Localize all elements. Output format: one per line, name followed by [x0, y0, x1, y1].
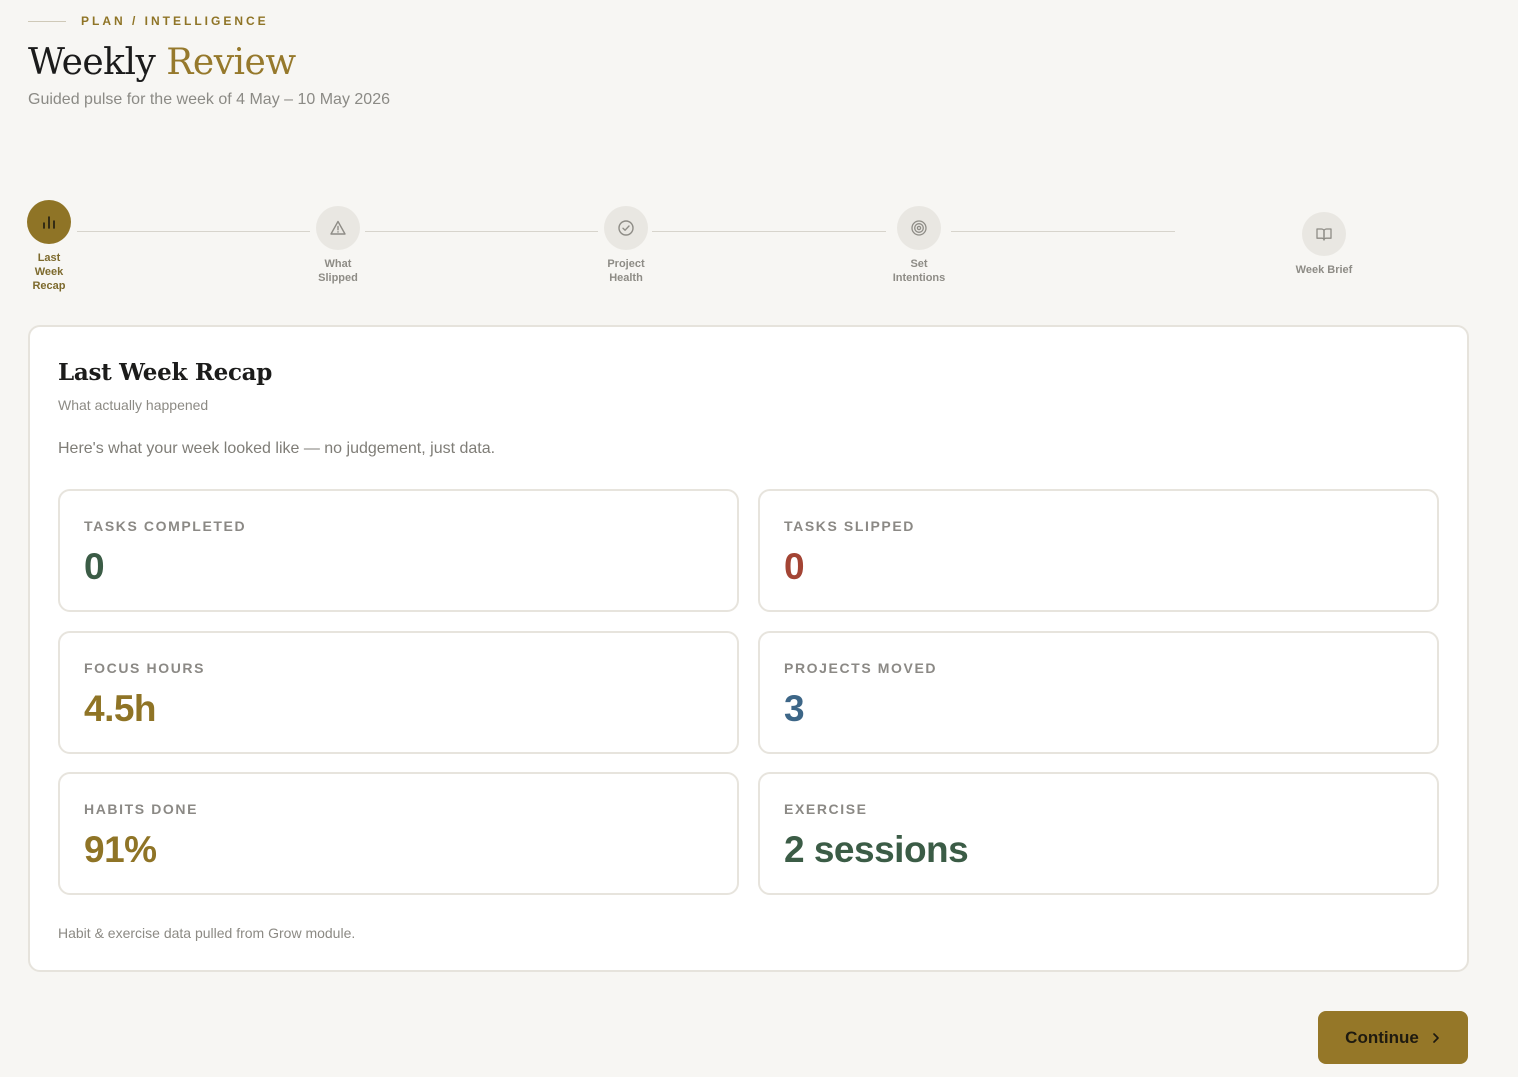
step-connector	[652, 231, 886, 232]
stat-label: TASKS COMPLETED	[84, 518, 247, 534]
weekly-review-page: PLAN / INTELLIGENCE Weekly Review Guided…	[0, 0, 1518, 1077]
card-subtitle: What actually happened	[58, 397, 209, 413]
section-eyebrow: PLAN / INTELLIGENCE	[81, 14, 269, 28]
stat-projects-moved: PROJECTS MOVED 3	[758, 631, 1439, 754]
step-set-intentions[interactable]: Set Intentions	[879, 206, 959, 285]
step-label: Set Intentions	[892, 258, 946, 284]
target-icon	[911, 220, 927, 236]
stat-label: TASKS SLIPPED	[784, 518, 916, 534]
book-open-icon	[1316, 228, 1332, 241]
step-connector	[77, 231, 310, 232]
stat-tasks-completed: TASKS COMPLETED 0	[58, 489, 739, 612]
step-what-slipped[interactable]: What Slipped	[298, 206, 378, 285]
warning-triangle-icon	[330, 220, 346, 235]
stat-value: 4.5h	[84, 688, 157, 729]
stat-value: 2 sessions	[784, 829, 969, 870]
step-label: Project Health	[607, 258, 645, 284]
continue-button[interactable]: Continue	[1318, 1011, 1468, 1064]
stat-value: 0	[84, 546, 105, 587]
stat-value: 3	[784, 688, 805, 729]
bar-chart-icon	[43, 216, 55, 229]
stat-habits-done: HABITS DONE 91%	[58, 772, 739, 895]
eyebrow-divider	[28, 20, 66, 22]
eyebrow-row: PLAN / INTELLIGENCE	[28, 14, 269, 28]
step-circle	[897, 206, 941, 250]
step-connector	[951, 231, 1175, 232]
stat-label: HABITS DONE	[84, 801, 199, 817]
stat-tasks-slipped: TASKS SLIPPED 0	[758, 489, 1439, 612]
step-connector	[365, 231, 598, 232]
card-title: Last Week Recap	[58, 359, 273, 386]
step-circle	[604, 206, 648, 250]
recap-card: Last Week Recap What actually happened H…	[28, 325, 1469, 972]
stat-label: EXERCISE	[784, 801, 868, 817]
step-circle	[1302, 212, 1346, 256]
step-label: Week Brief	[1295, 264, 1353, 276]
page-title: Weekly Review	[28, 42, 296, 83]
stat-value: 91%	[84, 829, 157, 870]
chevron-right-icon	[1431, 1032, 1441, 1044]
step-project-health[interactable]: Project Health	[586, 206, 666, 285]
step-label: Last Week Recap	[32, 252, 66, 292]
step-week-brief[interactable]: Week Brief	[1284, 212, 1364, 277]
card-intro: Here's what your week looked like — no j…	[58, 440, 496, 457]
stat-focus-hours: FOCUS HOURS 4.5h	[58, 631, 739, 754]
page-title-accent: Review	[166, 42, 296, 83]
page-subtitle: Guided pulse for the week of 4 May – 10 …	[28, 91, 390, 108]
step-circle	[316, 206, 360, 250]
stat-label: FOCUS HOURS	[84, 660, 206, 676]
step-label: What Slipped	[318, 258, 358, 284]
review-stepper: Last Week Recap What Slipped Project Hea…	[0, 198, 1518, 298]
card-footnote: Habit & exercise data pulled from Grow m…	[58, 925, 356, 941]
stat-label: PROJECTS MOVED	[784, 660, 938, 676]
check-circle-icon	[618, 220, 634, 236]
step-circle	[27, 200, 71, 244]
step-last-week-recap[interactable]: Last Week Recap	[9, 200, 89, 293]
stat-exercise: EXERCISE 2 sessions	[758, 772, 1439, 895]
continue-label: Continue	[1345, 1027, 1419, 1047]
page-title-main: Weekly	[28, 42, 156, 83]
stat-value: 0	[784, 546, 805, 587]
